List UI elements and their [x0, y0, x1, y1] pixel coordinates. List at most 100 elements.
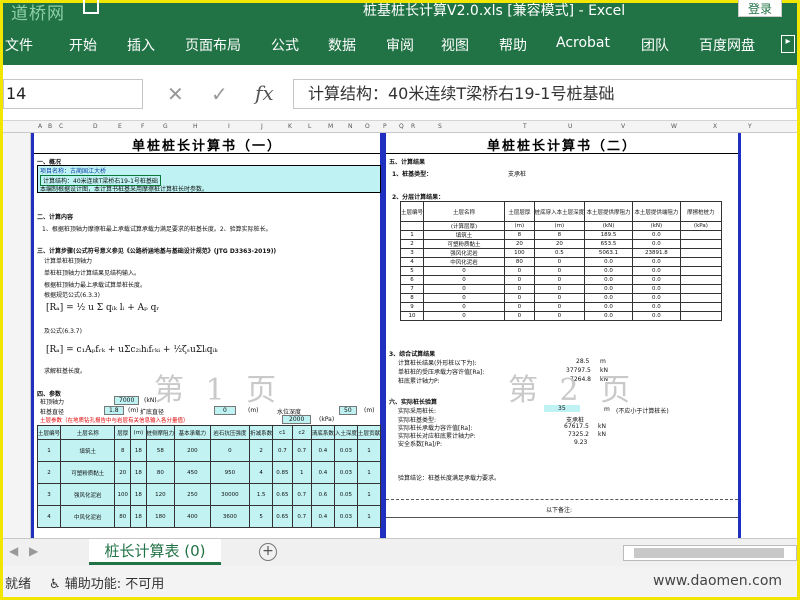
- table-cell[interactable]: 中风化泥岩: [60, 505, 116, 528]
- table-cell[interactable]: 189.5: [584, 230, 633, 240]
- table-cell[interactable]: 0: [533, 257, 586, 267]
- table-cell[interactable]: 400: [174, 505, 211, 528]
- table-cell[interactable]: 0: [533, 284, 586, 294]
- worksheet[interactable]: 单桩桩长计算书（一） 一、概况 项目名称：古蔺国江大桥 计算结构：40米连续T梁…: [31, 133, 797, 538]
- table-cell[interactable]: 0.7: [291, 483, 312, 506]
- table-cell[interactable]: 0.7: [291, 439, 312, 462]
- table-cell[interactable]: 0: [533, 302, 586, 312]
- tab-file[interactable]: 文件: [5, 35, 33, 55]
- tab-view[interactable]: 视图: [441, 35, 469, 55]
- column-header[interactable]: D: [93, 123, 98, 130]
- column-header[interactable]: J: [261, 123, 263, 130]
- table-cell[interactable]: [679, 284, 723, 294]
- table-cell[interactable]: 0.0: [584, 284, 633, 294]
- login-button[interactable]: 登录: [738, 0, 782, 17]
- column-header[interactable]: G: [163, 123, 168, 130]
- horizontal-scrollbar[interactable]: [623, 545, 797, 561]
- tab-page-layout[interactable]: 页面布局: [185, 35, 241, 55]
- table-cell[interactable]: 20: [114, 461, 132, 484]
- table-cell[interactable]: 0.0: [584, 266, 633, 276]
- table-cell[interactable]: 0: [504, 293, 535, 303]
- table-cell[interactable]: 0: [504, 275, 535, 285]
- table-cell[interactable]: 0: [209, 439, 251, 462]
- table-cell[interactable]: 1: [399, 230, 425, 240]
- table-cell[interactable]: [679, 302, 723, 312]
- table-cell[interactable]: 18: [130, 439, 147, 462]
- column-header[interactable]: B: [48, 123, 52, 130]
- table-cell[interactable]: 8: [399, 293, 425, 303]
- column-header[interactable]: F: [141, 123, 144, 130]
- column-header[interactable]: X: [713, 123, 717, 130]
- table-cell[interactable]: 1: [291, 461, 312, 484]
- table-cell[interactable]: 8: [533, 230, 586, 240]
- table-cell[interactable]: 0: [423, 284, 506, 294]
- table-cell[interactable]: 0.0: [631, 302, 681, 312]
- insert-function-icon[interactable]: fx: [255, 81, 274, 105]
- table-cell[interactable]: 0.0: [584, 275, 633, 285]
- table-cell[interactable]: 3: [399, 248, 425, 258]
- table-cell[interactable]: 0: [423, 275, 506, 285]
- table-cell[interactable]: 18: [130, 461, 147, 484]
- table-cell[interactable]: 0.0: [631, 257, 681, 267]
- add-sheet-icon[interactable]: +: [259, 543, 277, 561]
- tab-home[interactable]: 开始: [69, 35, 97, 55]
- table-cell[interactable]: 填筑土: [60, 439, 116, 462]
- water-input[interactable]: 50: [339, 406, 357, 415]
- table-cell[interactable]: 30000: [209, 483, 251, 506]
- table-cell[interactable]: 9: [399, 302, 425, 312]
- table-cell[interactable]: [679, 257, 723, 267]
- ribbon-collapse-icon[interactable]: ▸: [781, 35, 795, 53]
- table-cell[interactable]: 5063.1: [584, 248, 633, 258]
- column-header[interactable]: U: [568, 123, 572, 130]
- table-cell[interactable]: 0.0: [631, 239, 681, 249]
- table-cell[interactable]: 0: [423, 266, 506, 276]
- table-cell[interactable]: 80: [114, 505, 132, 528]
- table-cell[interactable]: 可塑粉质黏土: [60, 461, 116, 484]
- table-cell[interactable]: 4: [399, 257, 425, 267]
- table-cell[interactable]: 1: [36, 439, 62, 462]
- column-header[interactable]: M: [328, 123, 333, 130]
- table-cell[interactable]: 0: [533, 311, 586, 321]
- table-cell[interactable]: [679, 275, 723, 285]
- tab-review[interactable]: 审阅: [386, 35, 414, 55]
- table-cell[interactable]: 0.03: [333, 461, 358, 484]
- table-cell[interactable]: 4: [36, 505, 62, 528]
- table-cell[interactable]: 2: [249, 439, 274, 462]
- table-cell[interactable]: 450: [174, 461, 211, 484]
- table-cell[interactable]: 8: [114, 439, 132, 462]
- table-cell[interactable]: 0.4: [310, 505, 335, 528]
- table-cell[interactable]: 3600: [209, 505, 251, 528]
- table-cell[interactable]: 0.4: [310, 439, 335, 462]
- table-cell[interactable]: 58: [145, 439, 176, 462]
- table-cell[interactable]: 0.0: [631, 275, 681, 285]
- name-box[interactable]: 14: [3, 79, 143, 109]
- table-cell[interactable]: 0.03: [333, 505, 358, 528]
- table-cell[interactable]: 80: [504, 257, 535, 267]
- table-cell[interactable]: 5: [249, 505, 274, 528]
- expand-input[interactable]: 0: [214, 406, 236, 415]
- column-header[interactable]: N: [348, 123, 353, 130]
- table-cell[interactable]: 200: [174, 439, 211, 462]
- table-cell[interactable]: 120: [145, 483, 176, 506]
- table-cell[interactable]: 0.05: [333, 483, 358, 506]
- table-cell[interactable]: 0.0: [631, 284, 681, 294]
- table-cell[interactable]: 0.65: [272, 483, 293, 506]
- table-cell[interactable]: 强风化泥岩: [423, 248, 506, 258]
- table-cell[interactable]: 0.0: [584, 257, 633, 267]
- table-cell[interactable]: 0.0: [584, 293, 633, 303]
- table-cell[interactable]: 653.5: [584, 239, 633, 249]
- table-cell[interactable]: 5: [399, 266, 425, 276]
- table-cell[interactable]: 中风化泥岩: [423, 257, 506, 267]
- column-header[interactable]: P: [383, 123, 387, 130]
- table-cell[interactable]: 0: [423, 302, 506, 312]
- table-cell[interactable]: 0: [504, 284, 535, 294]
- table-cell[interactable]: 4: [249, 461, 274, 484]
- column-header[interactable]: S: [438, 123, 442, 130]
- prev-sheet-icon[interactable]: ◀: [9, 544, 18, 558]
- sheet-tab-active[interactable]: 桩长计算表 (0): [89, 539, 221, 565]
- column-header[interactable]: W: [671, 123, 677, 130]
- table-cell[interactable]: 6: [399, 275, 425, 285]
- tab-baidu-netdisk[interactable]: 百度网盘: [699, 35, 755, 55]
- table-cell[interactable]: [679, 293, 723, 303]
- table-cell[interactable]: 1.5: [249, 483, 274, 506]
